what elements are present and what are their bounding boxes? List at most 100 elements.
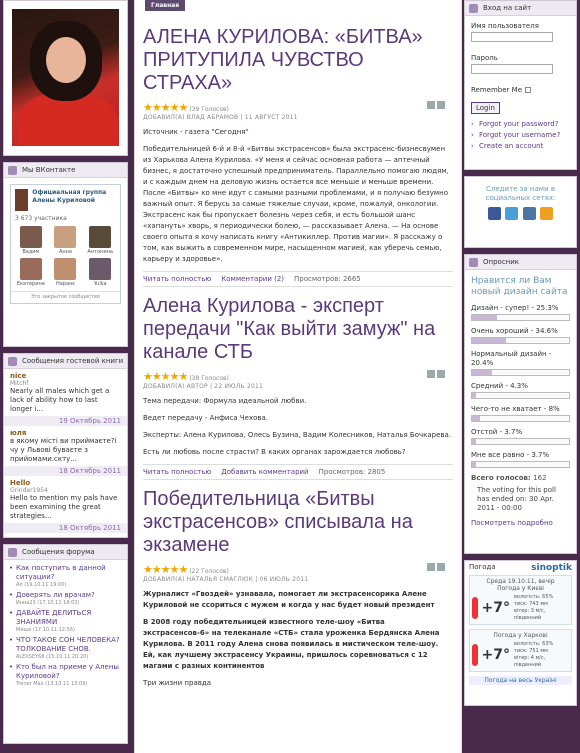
member-face[interactable]: Наранє [50,258,82,287]
weather-detail: вітер: 4 м/с, південний [513,655,546,668]
thermometer-icon [472,597,478,619]
poll-option-label: Мне все равно - 3.7% [471,451,550,459]
poll-option-bar [471,461,570,468]
forum-topic-link[interactable]: Доверять ли врачам? [16,591,121,600]
article-title[interactable]: АЛЕНА КУРИЛОВА: «БИТВА» ПРИТУПИЛА ЧУВСТВ… [143,26,453,95]
poll-bar-fill [472,393,477,398]
remember-checkbox[interactable] [525,87,531,93]
weather-details: вологість: 65% тиск: 743 мм вітер: 3 м/с, … [514,594,569,622]
weather-row: +7° вологість: 63% тиск: 751 мм вітер: 4 м/… [472,641,569,669]
username-input[interactable] [471,32,553,42]
comments-link[interactable]: Комментарии (2) [221,275,284,283]
vk-widget: Мы ВКонтакте Официальная группа Алены Ку… [3,162,128,347]
guestbook-title[interactable]: Hello [10,479,121,487]
comments-link[interactable]: Добавить комментарий [221,468,308,476]
member-avatar[interactable] [54,226,77,248]
guestbook-title[interactable]: nice [10,372,121,380]
tab-home[interactable]: Главная [145,0,186,11]
forum-topic-link[interactable]: ДАВАЙТЕ ДЕЛИТЬСЯ ЗНАНИЯМИ [16,609,121,627]
article-paragraph: Ведет передачу - Анфиса Чехова. [143,414,269,422]
password-label: Пароль [471,54,498,62]
login-link[interactable]: Create an account [471,142,570,150]
poll-results-link[interactable]: Посмотреть подробно [471,519,570,527]
forum-topic-link[interactable]: Кто был на приеме у Алены Куриловой? [16,663,121,681]
print-icon[interactable] [427,101,435,109]
vk-widget-header: Мы ВКонтакте [4,163,127,178]
member-count: 3 673 участника [15,215,67,222]
group-avatar[interactable] [15,189,29,211]
guestbook-entry: юля в якому місті ви приймаєте?і чу у Льв… [4,429,127,476]
login-button[interactable]: Login [471,102,500,114]
group-name[interactable]: Официальная группа Алены Куриловой [32,189,116,211]
forum-topic-link[interactable]: ЧТО ТАКОЕ СОН ЧЕЛОВЕКА? ТОЛКОВАНИЕ СНОВ. [16,636,121,654]
member-name[interactable]: Екатерина [15,281,47,287]
member-name[interactable]: Анна [50,249,82,255]
rating-row: ★★★★★ (39 Голосов) [143,101,453,114]
facebook-icon[interactable] [488,207,502,220]
read-more-link[interactable]: Читать полностью [143,275,211,283]
guestbook-widget: Сообщения гостевой книги nice Mitchf Nearl… [3,353,128,538]
member-name[interactable]: Вадим [15,249,47,255]
login-link[interactable]: Forgot your password? [471,120,570,128]
forum-icon [8,548,17,557]
username-label: Имя пользователя [471,22,539,30]
weather-label: Погода [469,563,496,571]
article-title[interactable]: Победительница «Битвы экстрасенсов» спис… [143,488,453,557]
rating-stars[interactable]: ★★★★★ [143,563,188,576]
poll-option-label: Чего-то не хватает - 8% [471,405,560,413]
print-icon[interactable] [427,370,435,378]
login-link[interactable]: Forgot your username? [471,131,570,139]
odnoklassniki-icon[interactable] [539,207,553,220]
weather-note[interactable]: Погода на весь Україні [469,676,572,685]
member-avatar[interactable] [89,258,112,280]
poll-option-label: Средний - 4.3% [471,382,528,390]
email-icon[interactable] [437,370,445,378]
forum-meta: Миша (17.10.11 12:56) [16,627,75,633]
email-icon[interactable] [437,101,445,109]
weather-city-name[interactable]: Погода у Харкові [472,632,569,639]
member-avatar[interactable] [89,226,112,248]
read-more-link[interactable]: Читать полностью [143,468,211,476]
email-icon[interactable] [437,563,445,571]
article: Алена Курилова - эксперт передачи "Как в… [135,295,461,480]
poll-header: Опросник [465,255,576,270]
member-avatar[interactable] [19,226,42,248]
vk-footer: Это закрытое сообщество [11,291,120,303]
forum-meta: Инна23 (17.10.11 18:03) [16,600,80,606]
member-face[interactable]: Анна [50,226,82,255]
rating-stars[interactable]: ★★★★★ [143,370,188,383]
member-face[interactable]: Антонина [84,226,116,255]
guestbook-author: Mitchf [10,380,29,387]
poll-bar-fill [472,439,476,444]
guestbook-text: Hello to mention my pals have been exami… [10,494,118,520]
forum-item: Кто был на приеме у Алены Куриловой?Tren… [9,663,121,687]
article-paragraph: Эксперты: Алена Курилова, Олесь Бузина, … [143,431,452,439]
weather-city-name[interactable]: Погода у Києві [472,585,569,592]
vkontakte-icon[interactable] [522,207,536,220]
guestbook-title[interactable]: юля [10,429,121,437]
user-icon [469,4,478,13]
member-face[interactable]: Yulka [84,258,116,287]
member-name[interactable]: Yulka [84,281,116,287]
twitter-icon[interactable] [505,207,519,220]
member-name[interactable]: Наранє [50,281,82,287]
print-icon[interactable] [427,563,435,571]
article-title[interactable]: Алена Курилова - эксперт передачи "Как в… [143,295,453,364]
member-face[interactable]: Вадим [15,226,47,255]
member-avatar[interactable] [54,258,77,280]
member-avatar[interactable] [19,258,42,280]
password-input[interactable] [471,64,553,74]
member-name[interactable]: Антонина [84,249,116,255]
member-faces: Вадим Анна Антонина Екатерина Наранє Yulka [11,222,120,291]
article-footer: Читать полностью Добавить комментарий Прос… [143,464,453,480]
article-paragraph: В 2008 году победительницей известного т… [143,618,440,670]
forum-topic-link[interactable]: Как поступить в данной ситуации? [16,564,121,582]
rating-stars[interactable]: ★★★★★ [143,101,188,114]
poll-widget: Опросник Нравится ли Вам новый дизайн са… [464,254,577,554]
article: Победительница «Битвы экстрасенсов» спис… [135,488,461,689]
remember-row[interactable]: Remember Me [471,86,570,94]
article-paragraph: Есть ли любовь после страсти? В каких ор… [143,448,406,456]
sinoptik-logo[interactable]: sinoptik [531,563,572,573]
member-face[interactable]: Екатерина [15,258,47,287]
poll-icon [469,258,478,267]
